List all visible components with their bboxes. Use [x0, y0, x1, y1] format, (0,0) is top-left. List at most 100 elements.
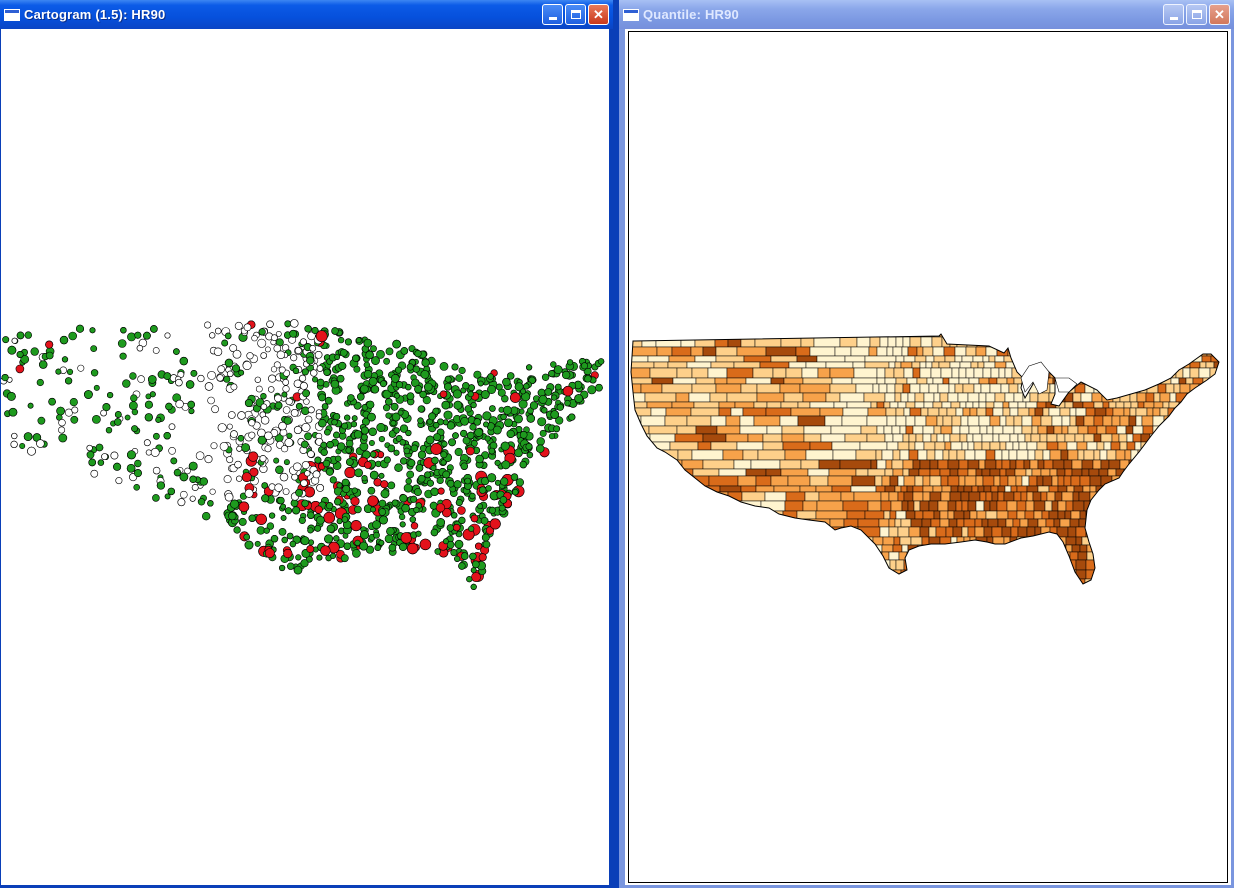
- county-polygon[interactable]: [988, 377, 998, 385]
- county-polygon[interactable]: [1176, 425, 1187, 435]
- county-circle[interactable]: [278, 366, 286, 374]
- county-polygon[interactable]: [942, 415, 953, 427]
- county-polygon[interactable]: [1103, 441, 1112, 451]
- county-polygon[interactable]: [1139, 518, 1148, 528]
- county-polygon[interactable]: [929, 578, 942, 586]
- county-polygon[interactable]: [629, 569, 658, 580]
- county-polygon[interactable]: [784, 544, 808, 553]
- county-polygon[interactable]: [1069, 518, 1080, 528]
- county-polygon[interactable]: [806, 578, 829, 586]
- county-polygon[interactable]: [1151, 510, 1159, 520]
- county-polygon[interactable]: [1196, 586, 1202, 593]
- county-circle[interactable]: [93, 384, 100, 391]
- county-polygon[interactable]: [677, 500, 698, 512]
- county-polygon[interactable]: [714, 336, 729, 348]
- county-polygon[interactable]: [646, 544, 663, 553]
- county-circle[interactable]: [393, 427, 400, 434]
- county-polygon[interactable]: [1072, 361, 1080, 369]
- county-polygon[interactable]: [1133, 367, 1141, 379]
- county-polygon[interactable]: [1148, 526, 1161, 538]
- county-polygon[interactable]: [1004, 392, 1015, 403]
- county-circle[interactable]: [173, 468, 182, 477]
- county-polygon[interactable]: [1077, 425, 1089, 435]
- county-polygon[interactable]: [1071, 544, 1081, 553]
- county-polygon[interactable]: [997, 559, 1007, 571]
- county-polygon[interactable]: [1034, 346, 1044, 357]
- county-polygon[interactable]: [1042, 346, 1050, 357]
- county-circle[interactable]: [101, 453, 108, 460]
- county-polygon[interactable]: [629, 367, 651, 379]
- county-polygon[interactable]: [1147, 459, 1155, 470]
- county-polygon[interactable]: [844, 433, 868, 443]
- county-polygon[interactable]: [979, 491, 987, 502]
- county-polygon[interactable]: [1048, 355, 1058, 363]
- maximize-button[interactable]: [565, 4, 586, 25]
- county-circle[interactable]: [45, 340, 54, 349]
- county-polygon[interactable]: [990, 367, 1000, 379]
- county-circle[interactable]: [284, 507, 292, 515]
- county-polygon[interactable]: [846, 510, 866, 520]
- county-polygon[interactable]: [816, 355, 846, 363]
- county-polygon[interactable]: [655, 336, 682, 348]
- county-polygon[interactable]: [1182, 407, 1190, 417]
- county-polygon[interactable]: [802, 500, 818, 512]
- county-polygon[interactable]: [1190, 336, 1202, 348]
- county-circle[interactable]: [405, 429, 412, 437]
- county-circle[interactable]: [238, 501, 250, 513]
- county-circle[interactable]: [434, 548, 441, 555]
- county-polygon[interactable]: [996, 578, 1004, 586]
- county-circle[interactable]: [227, 370, 234, 377]
- county-polygon[interactable]: [1159, 425, 1168, 435]
- county-polygon[interactable]: [1025, 468, 1033, 477]
- county-polygon[interactable]: [1007, 569, 1016, 580]
- county-polygon[interactable]: [1221, 384, 1227, 393]
- county-polygon[interactable]: [922, 485, 934, 493]
- county-polygon[interactable]: [1107, 468, 1117, 477]
- county-polygon[interactable]: [887, 586, 896, 593]
- county-circle[interactable]: [419, 390, 427, 399]
- county-polygon[interactable]: [1038, 551, 1051, 561]
- county-polygon[interactable]: [1092, 578, 1101, 586]
- county-polygon[interactable]: [965, 367, 975, 379]
- county-circle[interactable]: [330, 379, 340, 389]
- cartogram-canvas[interactable]: [1, 29, 609, 885]
- county-polygon[interactable]: [1126, 500, 1137, 512]
- county-polygon[interactable]: [944, 355, 956, 363]
- county-polygon[interactable]: [954, 355, 963, 363]
- county-circle[interactable]: [345, 447, 352, 454]
- county-polygon[interactable]: [1046, 433, 1058, 443]
- county-polygon[interactable]: [813, 336, 841, 348]
- county-polygon[interactable]: [899, 449, 910, 461]
- county-polygon[interactable]: [1167, 544, 1177, 553]
- county-circle[interactable]: [11, 337, 18, 344]
- county-polygon[interactable]: [1168, 355, 1179, 363]
- county-polygon[interactable]: [883, 510, 891, 520]
- county-polygon[interactable]: [948, 383, 956, 394]
- county-polygon[interactable]: [1016, 449, 1029, 461]
- county-polygon[interactable]: [962, 383, 975, 394]
- county-polygon[interactable]: [912, 425, 924, 435]
- county-polygon[interactable]: [931, 336, 943, 348]
- county-circle[interactable]: [168, 446, 176, 455]
- county-polygon[interactable]: [831, 377, 853, 385]
- county-circle[interactable]: [244, 488, 254, 498]
- county-polygon[interactable]: [1150, 367, 1158, 379]
- county-polygon[interactable]: [923, 559, 936, 571]
- county-polygon[interactable]: [992, 425, 1004, 435]
- county-circle[interactable]: [56, 406, 65, 416]
- county-circle[interactable]: [430, 528, 439, 537]
- county-polygon[interactable]: [1101, 392, 1114, 403]
- county-polygon[interactable]: [941, 485, 952, 493]
- county-polygon[interactable]: [1189, 361, 1201, 369]
- county-polygon[interactable]: [1070, 346, 1083, 357]
- county-polygon[interactable]: [954, 346, 967, 357]
- county-polygon[interactable]: [907, 500, 915, 512]
- county-polygon[interactable]: [1057, 485, 1068, 493]
- county-polygon[interactable]: [1111, 346, 1124, 357]
- county-polygon[interactable]: [949, 361, 961, 369]
- county-circle[interactable]: [406, 542, 419, 555]
- county-polygon[interactable]: [1123, 401, 1132, 409]
- county-circle[interactable]: [440, 459, 447, 466]
- county-circle[interactable]: [283, 459, 290, 466]
- county-polygon[interactable]: [1124, 449, 1132, 461]
